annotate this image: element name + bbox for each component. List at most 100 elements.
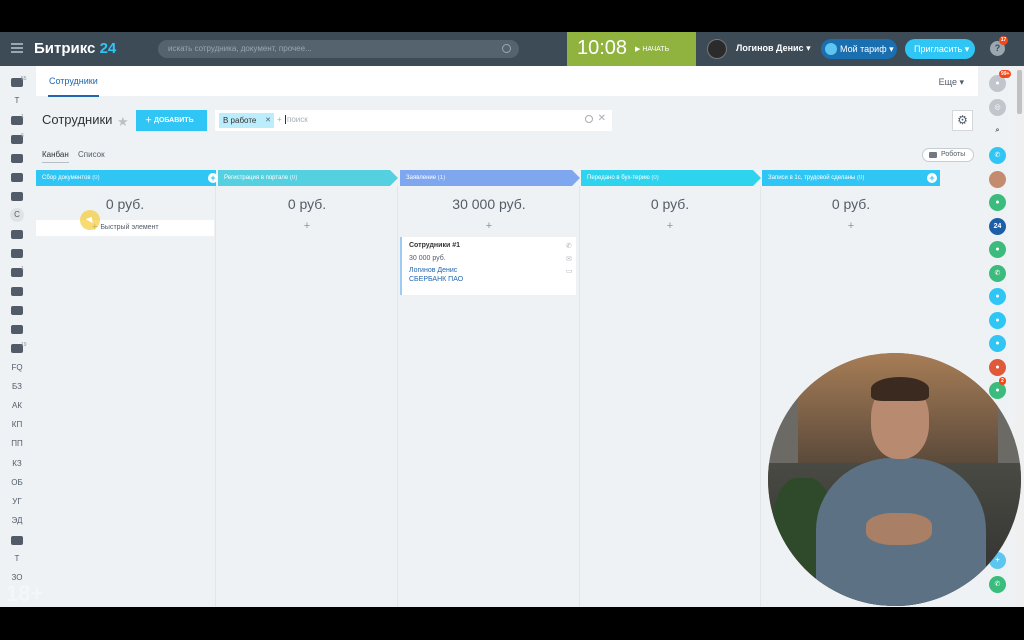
group-icon[interactable]: ● <box>989 312 1006 329</box>
menu-icon[interactable] <box>11 43 23 53</box>
view-list[interactable]: Список <box>78 150 105 159</box>
menu-item-fq[interactable]: FQ <box>11 362 23 374</box>
phone-icon[interactable]: ✆ <box>989 265 1006 282</box>
task-icon[interactable]: 1 <box>11 114 24 125</box>
invite-button[interactable]: Пригласить ▾ <box>905 39 975 59</box>
kanban-column: Регистрация в портале (0) 0 руб. + <box>218 170 398 607</box>
column-header[interactable]: Записи в 1с, трудовой сделаны (0) <box>762 170 940 186</box>
user-icon[interactable]: ● <box>989 241 1006 258</box>
card-title[interactable]: Сотрудники #1 <box>409 242 460 249</box>
group-icon[interactable]: ● <box>989 288 1006 305</box>
menu-item-ak[interactable]: АК <box>11 400 23 412</box>
column-sum: 0 руб. <box>287 196 327 212</box>
column-header[interactable]: Сбор документов (0) <box>36 170 216 186</box>
add-item-button[interactable]: + <box>218 220 396 232</box>
invite-label: Пригласить <box>914 44 963 54</box>
mail-icon[interactable]: ✉ <box>566 255 572 263</box>
user-icon[interactable]: ● <box>989 194 1006 211</box>
more-label: Еще <box>938 77 957 87</box>
column-count: (1) <box>437 175 446 181</box>
chat-icon[interactable]: ◎ <box>989 99 1006 116</box>
group-icon[interactable] <box>11 173 23 182</box>
chat-icon[interactable]: ▭ <box>566 267 573 275</box>
menu-item-ob[interactable]: ОБ <box>11 477 23 489</box>
search-icon[interactable]: ⌕ <box>989 122 1006 139</box>
global-search-input[interactable]: искать сотрудника, документ, прочее... <box>158 40 519 58</box>
mouse-cursor <box>80 210 100 230</box>
kanban-column: Передано в бух-терию (0) 0 руб. + <box>581 170 761 607</box>
column-header[interactable]: Передано в бух-терию (0) <box>581 170 761 186</box>
bell-icon[interactable]: ● 99+ <box>989 70 1012 92</box>
add-label: ДОБАВИТЬ <box>153 117 194 124</box>
clock-icon[interactable] <box>11 249 23 258</box>
quick-add-button[interactable]: ＋ Быстрый элемент <box>36 220 214 236</box>
menu-item-pp[interactable]: ПП <box>11 438 23 450</box>
column-header[interactable]: Заявление (1) <box>400 170 580 186</box>
tab-employees[interactable]: Сотрудники <box>48 76 99 97</box>
search-icon <box>502 44 511 53</box>
kanban-column: Заявление (1) 30 000 руб. + <box>400 170 580 607</box>
group-icon[interactable]: ● <box>989 335 1006 352</box>
column-header[interactable]: Регистрация в портале (0) <box>218 170 398 186</box>
menu-item-t[interactable]: Т <box>11 95 23 107</box>
window-icon[interactable] <box>11 306 23 315</box>
drive-icon[interactable] <box>11 192 23 201</box>
menu-item-t2[interactable]: Т <box>11 553 23 565</box>
add-item-button[interactable]: + <box>762 220 940 232</box>
phone-icon[interactable]: ✆ <box>566 242 572 250</box>
car-icon[interactable] <box>11 287 23 296</box>
workday-timer[interactable]: 10:08 ▶ НАЧАТЬ <box>567 32 696 66</box>
bitrix24-icon[interactable]: 24 <box>989 218 1006 235</box>
start-workday-button[interactable]: ▶ НАЧАТЬ <box>635 45 669 53</box>
close-icon[interactable]: ✕ <box>265 113 271 128</box>
menu-item-ed[interactable]: ЭД <box>11 515 23 527</box>
card-person-link[interactable]: Логинов Денис <box>409 267 457 274</box>
column-count: (0) <box>857 175 865 181</box>
add-button[interactable]: ＋ ДОБАВИТЬ <box>136 110 207 131</box>
add-item-button[interactable]: + <box>400 220 578 232</box>
search-placeholder: искать сотрудника, документ, прочее... <box>168 44 312 53</box>
filter-search-input[interactable]: В работе ✕ + поиск ✕ <box>215 110 612 131</box>
gear-icon[interactable]: ⚙ <box>952 110 973 131</box>
logo[interactable]: Битрикс 24 <box>34 40 116 57</box>
search-icon[interactable] <box>585 115 593 123</box>
phone-icon[interactable]: ✆ <box>989 147 1006 164</box>
mail-icon[interactable]: 1 <box>11 266 24 277</box>
card-company-link[interactable]: СБЕРБАНК ПАО <box>409 276 463 283</box>
document-icon[interactable] <box>11 536 23 545</box>
view-kanban[interactable]: Канбан <box>42 150 69 163</box>
menu-item-bz[interactable]: БЗ <box>11 381 23 393</box>
kanban-card[interactable]: Сотрудники #1 30 000 руб. Логинов Денис … <box>400 237 576 295</box>
logo-text: Битрикс <box>34 40 96 57</box>
scrollbar-thumb[interactable] <box>1017 70 1022 114</box>
add-item-button[interactable]: + <box>581 220 759 232</box>
more-menu[interactable]: Еще ▾ <box>939 77 964 88</box>
filter-icon[interactable]: 55 <box>11 76 27 87</box>
add-column-icon[interactable]: + <box>208 173 218 183</box>
clear-icon[interactable]: ✕ <box>598 113 606 124</box>
column-count: (0) <box>92 175 100 181</box>
menu-item-kz[interactable]: КЗ <box>11 458 23 470</box>
contact-avatar[interactable] <box>989 171 1006 188</box>
check-icon[interactable]: 6 <box>11 133 24 144</box>
chat-icon[interactable] <box>11 154 23 163</box>
column-count: (0) <box>651 175 659 181</box>
menu-item-ug[interactable]: УГ <box>11 496 23 508</box>
filter-chip[interactable]: В работе ✕ <box>219 113 274 128</box>
menu-item-kp[interactable]: КП <box>11 419 23 431</box>
robots-button[interactable]: Роботы <box>922 148 974 162</box>
add-column-icon[interactable]: + <box>927 173 937 183</box>
my-tariff-button[interactable]: Мой тариф ▾ <box>821 39 897 59</box>
calendar-icon[interactable] <box>11 230 23 239</box>
column-sum: 0 руб. <box>105 196 145 212</box>
column-title: Передано в бух-терию <box>587 175 650 181</box>
presenter-hands <box>866 513 932 545</box>
left-menu: 55 Т 1 6 С 1 19 FQ БЗ АК КП ПП КЗ ОБ УГ … <box>0 66 34 607</box>
column-sum: 30 000 руб. <box>452 196 526 212</box>
star-icon[interactable]: ★ <box>117 114 129 130</box>
menu-item-c[interactable]: С <box>10 208 24 222</box>
help-icon[interactable]: ? 17 <box>990 36 1008 56</box>
cart-icon[interactable]: 19 <box>11 342 27 353</box>
contact-icon[interactable] <box>11 325 23 334</box>
menu-count: 6 <box>21 133 24 139</box>
